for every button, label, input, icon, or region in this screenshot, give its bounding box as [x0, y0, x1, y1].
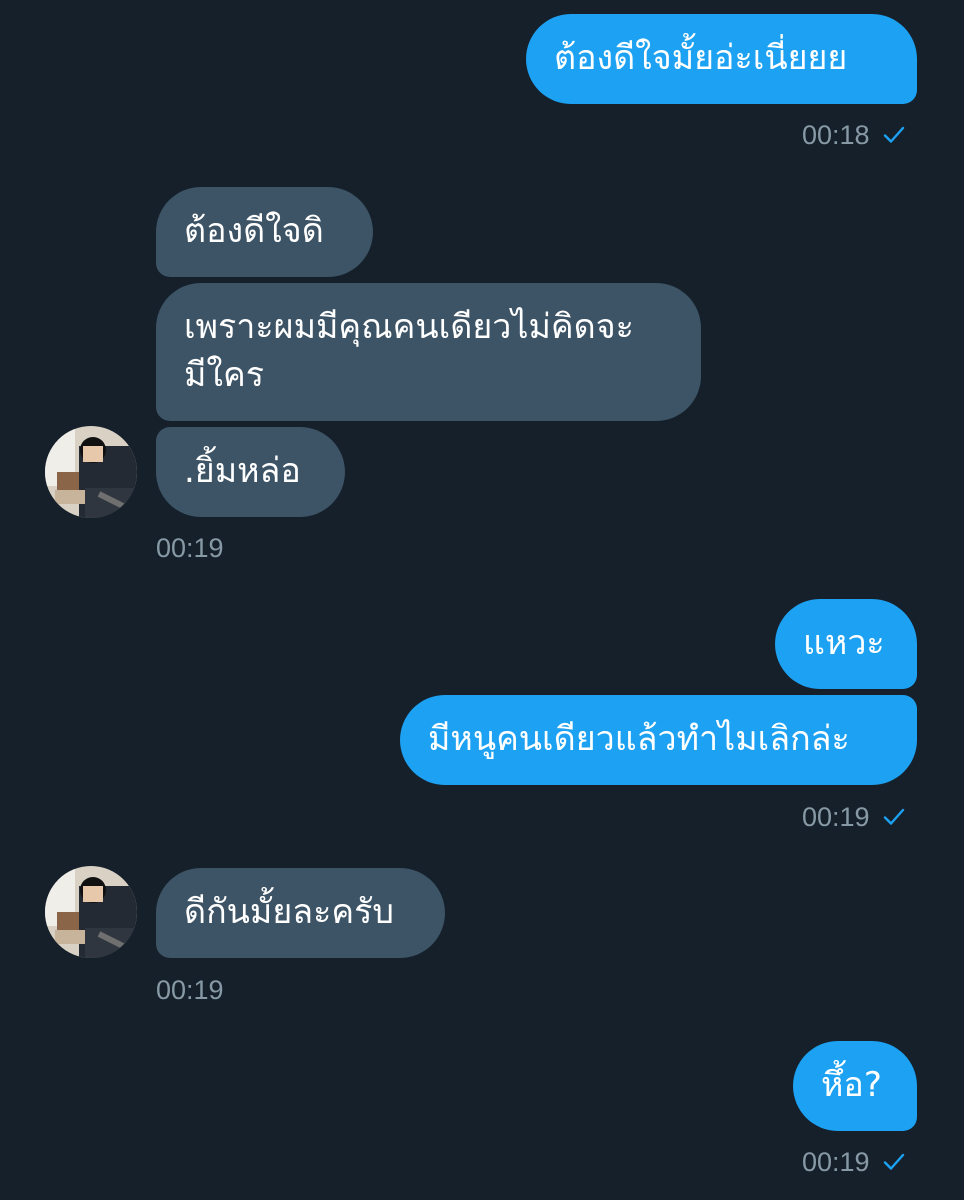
avatar-photo-icon: [45, 426, 137, 518]
timestamp: 00:19: [156, 975, 224, 1005]
message-text-line: เพราะผมมีคุณคนเดียวไม่คิดจะ: [184, 307, 634, 347]
message-text: ต้องดีใจมั้ยอ่ะเนี่ยยย: [554, 38, 848, 78]
timestamp: 00:19: [802, 802, 870, 832]
timestamp: 00:19: [802, 1147, 870, 1177]
timestamp: 00:19: [156, 533, 224, 563]
message-meta: 00:19: [156, 973, 224, 1007]
message-meta: 00:19: [802, 1145, 906, 1179]
message-meta: 00:19: [802, 800, 906, 834]
message-bubble-received[interactable]: ต้องดีใจดิ: [156, 187, 373, 277]
message-bubble-sent[interactable]: ต้องดีใจมั้ยอ่ะเนี่ยยย: [526, 14, 917, 104]
message-bubble-sent[interactable]: หึ้อ?: [793, 1041, 917, 1131]
message-bubble-sent[interactable]: แหวะ: [775, 599, 917, 689]
message-text: .ยิ้มหล่อ: [184, 451, 301, 491]
message-meta: 00:18: [802, 118, 906, 152]
message-bubble-received[interactable]: .ยิ้มหล่อ: [156, 427, 345, 517]
avatar-photo-icon: [45, 866, 137, 958]
message-bubble-received[interactable]: เพราะผมมีคุณคนเดียวไม่คิดจะ มีใคร: [156, 283, 701, 421]
message-meta: 00:19: [156, 531, 224, 565]
message-text: ต้องดีใจดิ: [184, 211, 324, 251]
message-text: ดีกันมั้ยละครับ: [184, 892, 394, 932]
check-icon: [883, 808, 904, 825]
avatar[interactable]: [45, 426, 137, 518]
avatar[interactable]: [45, 866, 137, 958]
timestamp: 00:18: [802, 120, 870, 150]
message-text: แหวะ: [803, 623, 885, 663]
message-text: มีหนูคนเดียวแล้วทำไมเลิกล่ะ: [428, 719, 850, 759]
message-bubble-received[interactable]: ดีกันมั้ยละครับ: [156, 868, 445, 958]
message-bubble-sent[interactable]: มีหนูคนเดียวแล้วทำไมเลิกล่ะ: [400, 695, 917, 785]
check-icon: [883, 126, 904, 143]
message-text-line: มีใคร: [184, 355, 265, 395]
message-text: หึ้อ?: [821, 1065, 882, 1105]
check-icon: [883, 1153, 904, 1170]
